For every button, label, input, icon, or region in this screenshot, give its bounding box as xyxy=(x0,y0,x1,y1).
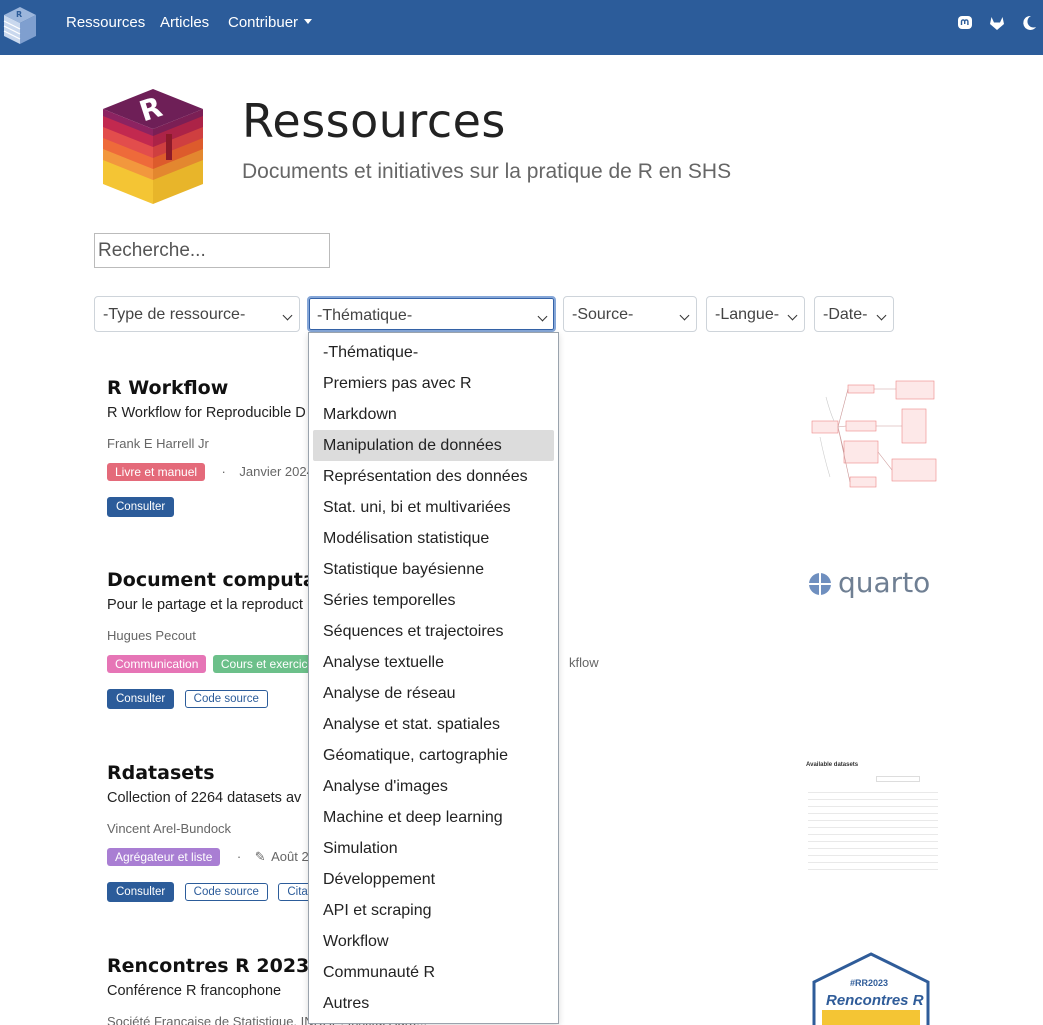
nav-link-ressources[interactable]: Ressources xyxy=(66,14,145,31)
dropdown-option[interactable]: Analyse d'images xyxy=(313,771,554,802)
thematique-select-value: -Thématique- xyxy=(317,307,413,324)
dropdown-option[interactable]: Séquences et trajectoires xyxy=(313,616,554,647)
consulter-button[interactable]: Consulter xyxy=(107,497,175,517)
meta-separator: · xyxy=(236,849,242,864)
page-subtitle: Documents et initiatives sur la pratique… xyxy=(242,160,732,183)
code-source-button[interactable]: Code source xyxy=(184,690,268,708)
dropdown-option[interactable]: Machine et deep learning xyxy=(313,802,554,833)
thematique-dropdown-list: -Thématique- Premiers pas avec R Markdown M… xyxy=(308,332,559,1024)
chevron-down-icon xyxy=(787,310,798,321)
consulter-button[interactable]: Consulter xyxy=(107,689,175,709)
rr2023-hashtag: #RR2023 xyxy=(850,978,889,988)
dropdown-option[interactable]: Analyse textuelle xyxy=(313,647,554,678)
dropdown-option[interactable]: Autres xyxy=(313,988,554,1019)
page-title: Ressources xyxy=(242,94,506,148)
ressources-logo-icon: R xyxy=(103,89,203,204)
dropdown-option[interactable]: API et scraping xyxy=(313,895,554,926)
dropdown-option[interactable]: Représentation des données xyxy=(313,461,554,492)
dropdown-option[interactable]: Séries temporelles xyxy=(313,585,554,616)
dropdown-option[interactable]: Analyse de réseau xyxy=(313,678,554,709)
chevron-down-icon xyxy=(679,310,690,321)
chevron-down-icon xyxy=(537,311,548,322)
thumbnail-table xyxy=(808,786,938,876)
nav-link-articles[interactable]: Articles xyxy=(160,14,209,31)
dropdown-option[interactable]: Manipulation de données xyxy=(313,430,554,461)
rencontres-r-thumbnail: #RR2023 Rencontres R xyxy=(812,952,930,1025)
caret-down-icon xyxy=(304,19,313,24)
date-select[interactable]: -Date- xyxy=(814,296,894,332)
dropdown-option[interactable]: Simulation xyxy=(313,833,554,864)
type-ressource-select[interactable]: -Type de ressource- xyxy=(94,296,300,332)
search-input[interactable] xyxy=(94,233,330,268)
quarto-logo-icon xyxy=(809,573,831,595)
dropdown-option[interactable]: Analyse et stat. spatiales xyxy=(313,709,554,740)
dropdown-option[interactable]: Statistique bayésienne xyxy=(313,554,554,585)
card-meta-trail: kflow xyxy=(569,655,599,670)
chevron-down-icon xyxy=(282,310,293,321)
nav-link-contribuer[interactable]: Contribuer xyxy=(228,14,313,31)
date-select-value: -Date- xyxy=(823,306,868,323)
meta-separator: · xyxy=(221,464,226,479)
code-source-button[interactable]: Code source xyxy=(184,883,268,901)
rdatasets-thumbnail: Available datasets xyxy=(806,762,942,880)
card-date: Janvier 2024 xyxy=(239,464,314,479)
tag-badge[interactable]: Agrégateur et liste xyxy=(107,848,221,866)
dropdown-option[interactable]: Développement xyxy=(313,864,554,895)
edit-icon: ✎ xyxy=(254,849,266,864)
tag-badge[interactable]: Cours et exercice xyxy=(212,655,323,673)
top-navbar: R Ressources Articles Contribuer xyxy=(0,0,1043,55)
type-ressource-select-value: -Type de ressource- xyxy=(103,306,246,323)
tag-badge[interactable]: Communication xyxy=(107,655,207,673)
langue-select-value: -Langue- xyxy=(715,306,780,323)
dropdown-option[interactable]: Communauté R xyxy=(313,957,554,988)
langue-select[interactable]: -Langue- xyxy=(706,296,805,332)
dropdown-option[interactable]: Géomatique, cartographie xyxy=(313,740,554,771)
dropdown-option[interactable]: Premiers pas avec R xyxy=(313,368,554,399)
dropdown-option[interactable]: -Thématique- xyxy=(313,337,554,368)
rdatasets-thumbnail-title: Available datasets xyxy=(806,762,859,768)
thumbnail-search-box xyxy=(876,776,920,782)
chevron-down-icon xyxy=(876,310,887,321)
gitlab-icon[interactable] xyxy=(988,14,1006,32)
dropdown-option[interactable]: Stat. uni, bi et multivariées xyxy=(313,492,554,523)
dropdown-option[interactable]: Workflow xyxy=(313,926,554,957)
thematique-select[interactable]: -Thématique- xyxy=(307,296,556,332)
quarto-wordmark: quarto xyxy=(838,566,931,599)
nav-link-contribuer-label: Contribuer xyxy=(228,14,299,31)
mastodon-icon[interactable] xyxy=(956,14,974,32)
dropdown-option[interactable]: Modélisation statistique xyxy=(313,523,554,554)
tag-badge[interactable]: Livre et manuel xyxy=(107,463,206,481)
moon-icon[interactable] xyxy=(1020,14,1038,32)
source-select-value: -Source- xyxy=(572,306,634,323)
quarto-thumbnail: quarto xyxy=(806,566,942,606)
site-logo-icon[interactable]: R xyxy=(2,4,38,46)
source-select[interactable]: -Source- xyxy=(563,296,697,332)
svg-text:R: R xyxy=(16,10,22,19)
dropdown-option[interactable]: Markdown xyxy=(313,399,554,430)
rencontres-wordmark: Rencontres R xyxy=(826,992,924,1009)
r-workflow-thumbnail xyxy=(811,380,937,488)
rencontres-badge-icon xyxy=(812,952,930,1025)
consulter-button[interactable]: Consulter xyxy=(107,882,175,902)
